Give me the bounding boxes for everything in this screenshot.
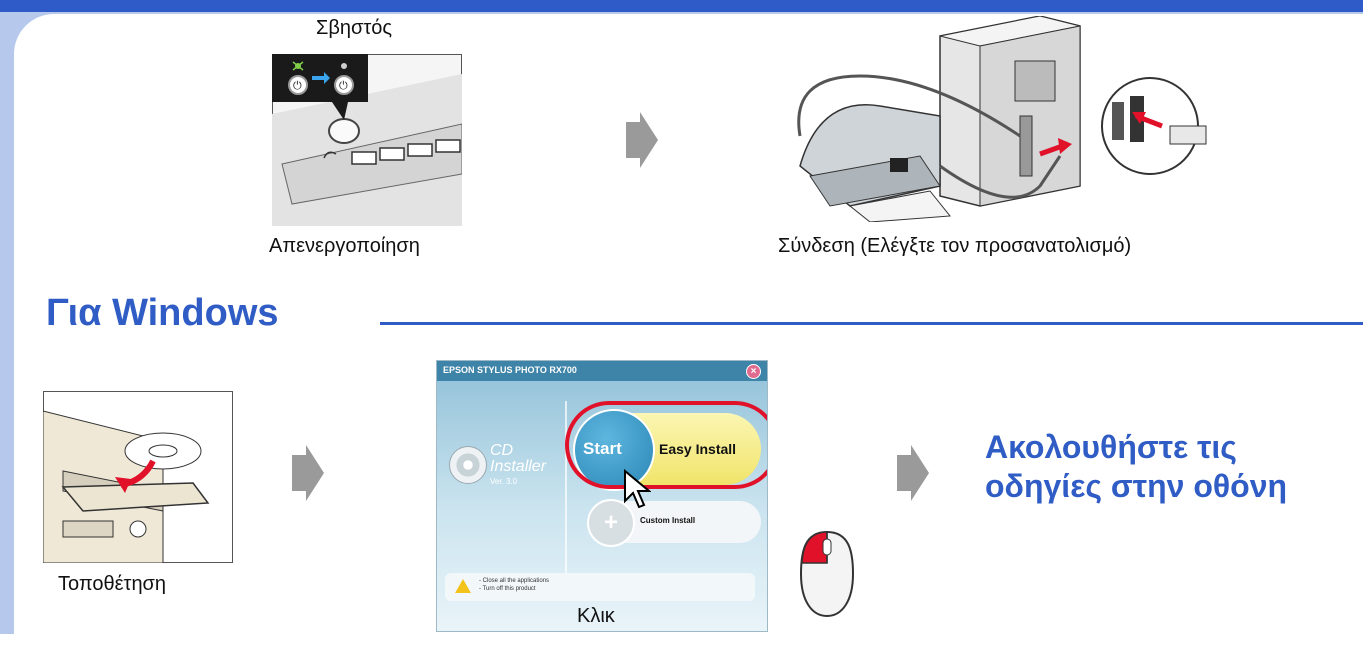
follow-instructions-text: Ακολουθήστε τις οδηγίες στην οθόνη xyxy=(985,428,1287,506)
mouse-icon xyxy=(799,530,855,618)
connect-caption: Σύνδεση (Ελέγξτε τον προσανατολισμό) xyxy=(778,235,1132,257)
click-caption: Κλικ xyxy=(577,605,615,627)
warning-icon xyxy=(455,579,471,593)
follow-line-1: Ακολουθήστε τις xyxy=(985,429,1237,465)
control-panel-illustration: ⏻ ⏻ xyxy=(272,54,462,226)
mouse-cursor-icon xyxy=(624,469,651,509)
close-icon[interactable]: × xyxy=(746,364,761,379)
section-divider xyxy=(380,322,1363,325)
svg-text:⏻: ⏻ xyxy=(339,79,348,92)
notice-text: - Close all the applications - Turn off … xyxy=(479,578,550,592)
installer-title: EPSON STYLUS PHOTO RX700 xyxy=(443,365,577,375)
installer-version: Ver. 3.0 xyxy=(490,477,518,486)
arrow-right-icon xyxy=(292,445,324,501)
insert-cd-illustration xyxy=(43,391,233,563)
installer-cd-label: CD Installer xyxy=(490,442,547,475)
arrow-right-icon xyxy=(626,112,658,168)
installer-notice: - Close all the applications - Turn off … xyxy=(445,573,755,601)
page-frame-strip xyxy=(0,0,1363,12)
arrow-right-icon xyxy=(897,445,929,501)
off-state-label: Σβηστός xyxy=(316,17,392,39)
custom-install-label: Custom Install xyxy=(640,516,696,525)
highlight-ring xyxy=(565,401,767,489)
follow-line-2: οδηγίες στην οθόνη xyxy=(985,468,1288,504)
installer-title-bar: EPSON STYLUS PHOTO RX700 xyxy=(437,361,767,381)
power-off-caption: Απενεργοποίηση xyxy=(269,235,420,257)
section-title-windows: Για Windows xyxy=(46,292,279,334)
insert-caption: Τοποθέτηση xyxy=(58,573,167,595)
cd-installer-window: EPSON STYLUS PHOTO RX700 × CD Installer … xyxy=(436,360,768,632)
usb-connection-illustration xyxy=(797,16,1207,222)
cd-disc-icon xyxy=(449,446,487,484)
svg-text:⏻: ⏻ xyxy=(293,79,302,92)
